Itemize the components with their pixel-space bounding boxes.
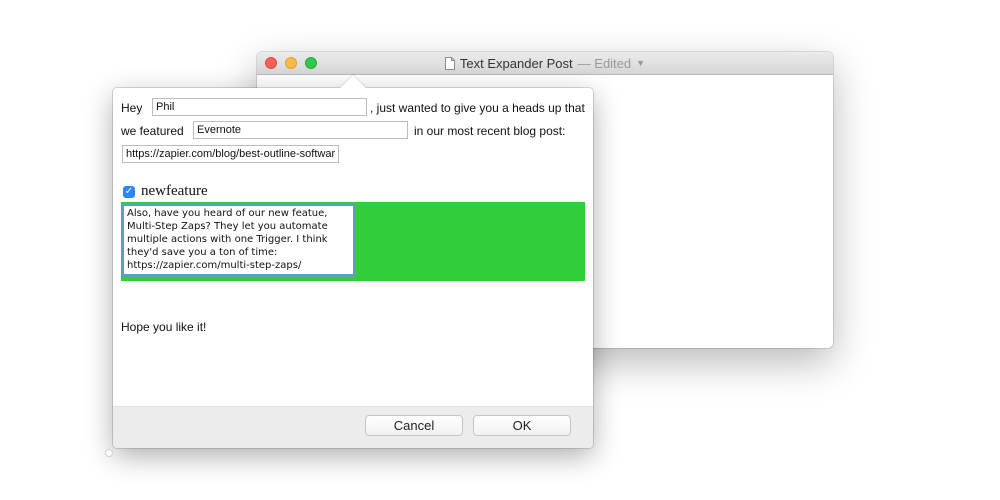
newfeature-checkbox[interactable]: ✓ [123,186,135,198]
name-field[interactable] [152,98,367,116]
document-icon [444,56,455,70]
chevron-down-icon[interactable]: ▼ [636,58,645,68]
window-title-area[interactable]: Text Expander Post — Edited ▼ [257,52,833,74]
blog-url-field[interactable] [122,145,339,163]
greeting-label: Hey [121,101,143,115]
newfeature-textarea[interactable]: Also, have you heard of our new featue, … [121,203,356,277]
ok-button[interactable]: OK [473,415,571,436]
closing-text: Hope you like it! [121,320,207,334]
dialog-footer: Cancel OK [113,406,593,448]
featured-label: we featured [121,124,184,138]
resize-handle[interactable] [105,449,113,457]
window-titlebar: Text Expander Post — Edited ▼ [257,52,833,75]
window-title: Text Expander Post [459,55,573,71]
edited-status: — Edited [577,55,632,71]
cancel-button[interactable]: Cancel [365,415,463,436]
line1-suffix-label: , just wanted to give you a heads up tha… [370,101,585,115]
product-field[interactable] [193,121,408,139]
line2-suffix-label: in our most recent blog post: [414,124,566,138]
fill-in-dialog: Hey , just wanted to give you a heads up… [113,75,593,448]
newfeature-label: newfeature [141,183,208,199]
